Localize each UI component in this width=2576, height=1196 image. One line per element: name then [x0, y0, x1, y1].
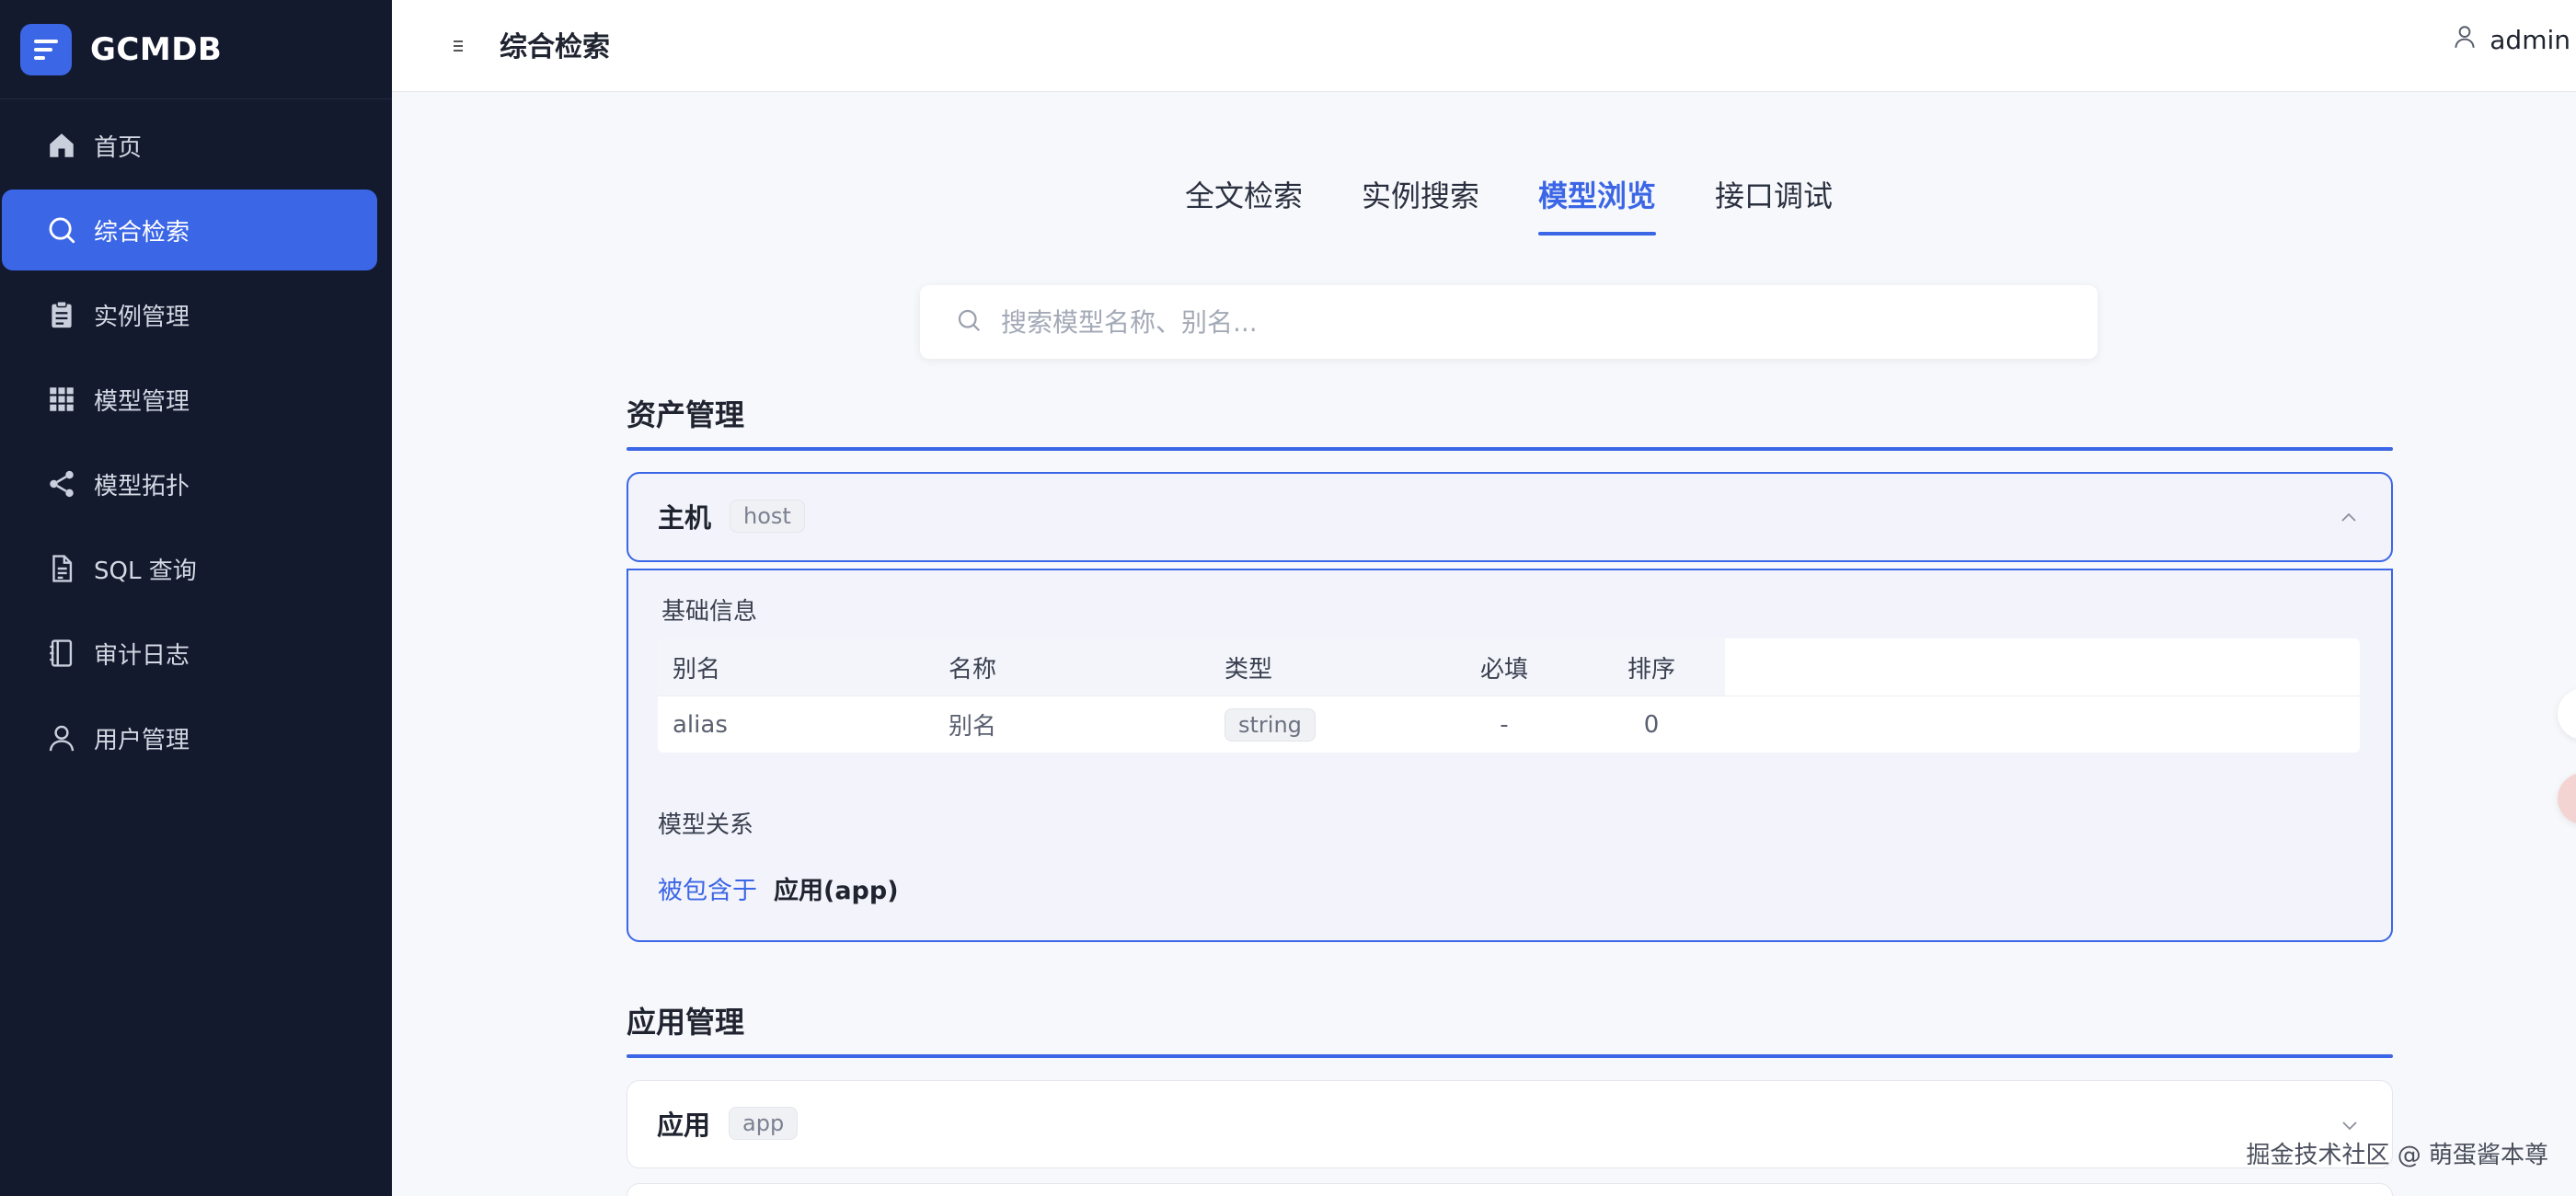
notebook-icon — [46, 638, 77, 669]
relation-target: 应用(app) — [774, 877, 899, 905]
grid-icon — [46, 384, 77, 415]
user-name: admin — [2490, 25, 2570, 55]
sidebar-item-label: 综合检索 — [94, 218, 190, 247]
relation-item: 被包含于 应用(app) — [658, 870, 899, 906]
attribute-table: 别名 名称 类型 必填 排序 alias 别名 string - 0 — [658, 638, 2360, 753]
share-icon — [46, 468, 77, 500]
menu-toggle-icon[interactable] — [447, 35, 469, 57]
brand-name: GCMDB — [90, 30, 223, 68]
model-name: 应用 — [657, 1110, 711, 1141]
section-title-app: 应用管理 — [627, 1005, 745, 1040]
tab-instance-search[interactable]: 实例搜索 — [1362, 173, 1479, 236]
brand[interactable]: GCMDB — [0, 0, 392, 99]
model-name: 主机 — [658, 502, 712, 534]
model-card-header[interactable]: 应用 app — [627, 1081, 2392, 1166]
cell-required: - — [1500, 710, 1509, 739]
relation-group-title: 模型关系 — [658, 811, 754, 839]
tab-model-browse[interactable]: 模型浏览 — [1538, 173, 1657, 236]
sidebar-item-search[interactable]: 综合检索 — [2, 190, 377, 270]
sidebar-item-label: 实例管理 — [94, 303, 190, 331]
table-row: alias 别名 string - 0 — [658, 696, 2360, 753]
table-header-row: 别名 名称 类型 必填 排序 — [658, 638, 2360, 696]
user-icon — [2453, 24, 2477, 56]
model-code-badge: app — [729, 1107, 799, 1140]
sidebar-item-label: 模型拓扑 — [94, 472, 190, 500]
model-detail-host: 基础信息 别名 名称 类型 必填 排序 alias 别名 string - 0 — [627, 569, 2393, 942]
home-icon — [46, 130, 77, 161]
tab-fulltext[interactable]: 全文检索 — [1185, 173, 1303, 236]
cell-name: 别名 — [949, 713, 997, 741]
brand-logo-icon — [20, 23, 72, 75]
clipboard-icon — [46, 299, 77, 330]
search-icon — [46, 214, 77, 246]
top-header: 综合检索 admin — [392, 0, 2576, 92]
tab-api-debug[interactable]: 接口调试 — [1715, 173, 1833, 236]
sidebar-item-label: SQL 查询 — [94, 557, 197, 585]
section-divider — [627, 447, 2393, 451]
column-header: 排序 — [1627, 655, 1675, 684]
section-divider — [627, 1054, 2393, 1058]
model-search-input[interactable] — [1001, 306, 2059, 338]
model-search-box — [920, 285, 2098, 359]
sidebar-item-home[interactable]: 首页 — [2, 105, 377, 186]
page-title: 综合检索 — [500, 31, 610, 63]
attr-group-title: 基础信息 — [661, 598, 758, 626]
relation-type-link[interactable]: 被包含于 — [658, 870, 757, 906]
main-content: 全文检索 实例搜索 模型浏览 接口调试 资产管理 主机 host 基础信息 — [392, 92, 2576, 1196]
sidebar-item-label: 审计日志 — [94, 641, 190, 670]
search-tabs: 全文检索 实例搜索 模型浏览 接口调试 — [1185, 173, 1833, 236]
floating-feedback-button[interactable] — [2558, 773, 2576, 824]
column-header: 名称 — [949, 655, 997, 684]
sidebar-item-users[interactable]: 用户管理 — [2, 697, 377, 778]
model-card-host[interactable]: 主机 host — [627, 472, 2393, 562]
search-icon — [955, 306, 983, 338]
model-card-next[interactable] — [627, 1183, 2393, 1196]
user-icon — [46, 722, 77, 753]
cell-alias: alias — [673, 710, 728, 739]
column-header: 类型 — [1225, 655, 1273, 684]
model-card-header[interactable]: 主机 host — [628, 474, 2391, 558]
watermark-text: 掘金技术社区 @ 萌蛋酱本尊 — [2246, 1142, 2548, 1169]
cell-type: string — [1210, 707, 1431, 742]
document-icon — [46, 553, 77, 584]
column-header: 别名 — [673, 655, 721, 684]
sidebar-nav: 首页 综合检索 实例管理 模型管理 模型拓扑 SQL 查询 审计日志 用户管理 — [0, 105, 392, 778]
model-code-badge: host — [730, 500, 805, 533]
sidebar-item-models[interactable]: 模型管理 — [2, 359, 377, 440]
sidebar-item-sql[interactable]: SQL 查询 — [2, 528, 377, 609]
sidebar-item-audit[interactable]: 审计日志 — [2, 613, 377, 694]
floating-tool-button[interactable] — [2558, 688, 2576, 740]
section-title-asset: 资产管理 — [627, 397, 745, 432]
sidebar-item-label: 模型管理 — [94, 387, 190, 416]
sidebar: GCMDB 首页 综合检索 实例管理 模型管理 模型拓扑 SQL 查询 审计日志… — [0, 0, 392, 1196]
app-root: GCMDB 首页 综合检索 实例管理 模型管理 模型拓扑 SQL 查询 审计日志… — [0, 0, 2576, 1196]
sidebar-item-instances[interactable]: 实例管理 — [2, 274, 377, 355]
model-card-app[interactable]: 应用 app — [627, 1080, 2393, 1168]
cell-order: 0 — [1643, 710, 1660, 739]
sidebar-item-label: 用户管理 — [94, 726, 190, 754]
chevron-down-icon[interactable] — [2339, 1114, 2361, 1136]
chevron-up-icon[interactable] — [2338, 507, 2360, 529]
column-header: 必填 — [1479, 655, 1528, 684]
user-menu[interactable]: admin — [2453, 24, 2570, 56]
sidebar-item-label: 首页 — [94, 133, 143, 162]
type-tag: string — [1225, 707, 1316, 742]
sidebar-item-topology[interactable]: 模型拓扑 — [2, 443, 377, 524]
header-spacer — [1725, 638, 2360, 696]
